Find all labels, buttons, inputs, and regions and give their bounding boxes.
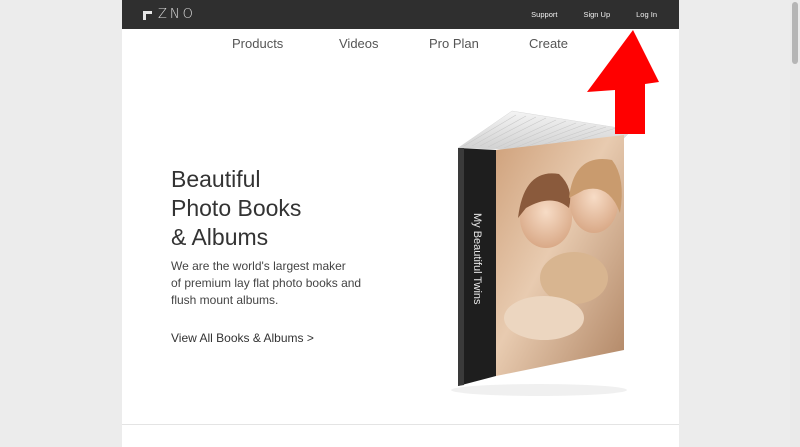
hero-description-line: We are the world's largest maker (171, 259, 346, 273)
zno-logo[interactable]: ZNO (143, 8, 196, 22)
section-divider (122, 424, 679, 425)
zno-logo-icon (143, 10, 152, 20)
view-all-books-link[interactable]: View All Books & Albums > (171, 331, 314, 345)
log-in-link[interactable]: Log In (636, 10, 657, 19)
red-arrow-annotation-icon (587, 30, 659, 134)
photo-book-image: My Beautiful Twins (451, 110, 633, 396)
nav-products[interactable]: Products (232, 36, 283, 51)
hero-description-line: of premium lay flat photo books and (171, 276, 362, 290)
account-links: Support Sign Up Log In (531, 0, 657, 29)
page-scrollbar[interactable] (790, 0, 800, 447)
hero-description-line: flush mount albums. (171, 293, 279, 307)
hero-title-line: & Albums (171, 224, 269, 250)
nav-videos[interactable]: Videos (339, 36, 379, 51)
sign-up-link[interactable]: Sign Up (583, 10, 610, 19)
support-link[interactable]: Support (531, 10, 557, 19)
hero-title-line: Photo Books (171, 195, 302, 221)
nav-pro-plan[interactable]: Pro Plan (429, 36, 479, 51)
hero-description: We are the world's largest maker of prem… (171, 258, 401, 309)
nav-create[interactable]: Create (529, 36, 568, 51)
book-spine-text: My Beautiful Twins (471, 213, 483, 305)
hero-title: Beautiful Photo Books & Albums (171, 165, 391, 252)
top-bar: ZNO Support Sign Up Log In (122, 0, 679, 29)
hero-title-line: Beautiful (171, 166, 261, 192)
logo-text: ZNO (158, 7, 196, 22)
scrollbar-thumb[interactable] (792, 2, 798, 64)
